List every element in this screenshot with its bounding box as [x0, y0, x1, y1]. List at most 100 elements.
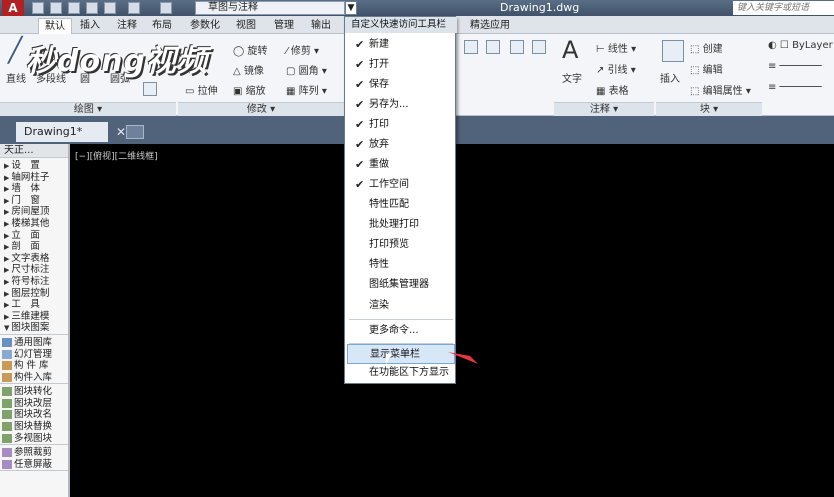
- menu-item-new[interactable]: ✔ 新建: [347, 35, 455, 55]
- workspace-dropdown[interactable]: 草图与注释: [195, 1, 345, 15]
- tab-view[interactable]: 视图: [236, 18, 256, 34]
- sidebar-item[interactable]: ▶ 工 具: [0, 299, 68, 311]
- menu-item-matchprop[interactable]: 特性匹配: [347, 195, 455, 215]
- menu-item-save[interactable]: ✔ 保存: [347, 75, 455, 95]
- qat-customize-dropdown[interactable]: ▼: [345, 1, 357, 15]
- redo-icon[interactable]: [160, 2, 172, 14]
- line-button[interactable]: 直线: [6, 70, 26, 85]
- table-button[interactable]: ▦ 表格: [596, 82, 629, 97]
- sidebar-item[interactable]: ▶ 图层控制: [0, 288, 68, 300]
- menu-item-open[interactable]: ✔ 打开: [347, 55, 455, 75]
- panel-modify[interactable]: 修改 ▾: [178, 102, 344, 116]
- panel-annotation[interactable]: 注释 ▾: [554, 102, 654, 116]
- saveas-icon[interactable]: [86, 2, 98, 14]
- undo-icon[interactable]: [128, 2, 140, 14]
- layer-match-icon[interactable]: [486, 40, 500, 54]
- sidebar-item[interactable]: 通用图库: [0, 337, 68, 349]
- leader-button[interactable]: ↗ 引线 ▾: [596, 61, 636, 76]
- menu-item-show-below-ribbon[interactable]: 在功能区下方显示: [347, 363, 455, 383]
- check-icon: ✔: [355, 58, 365, 71]
- line-icon[interactable]: ╱: [8, 36, 22, 64]
- viewport-controls[interactable]: [−][俯视][二维线框]: [75, 149, 158, 162]
- print-icon[interactable]: [104, 2, 116, 14]
- edit-attribute-button[interactable]: ⬚ 编辑属性 ▾: [690, 82, 751, 97]
- sidebar-item[interactable]: 参照裁剪: [0, 447, 68, 459]
- search-input[interactable]: 键入关键字或短语: [733, 1, 834, 15]
- sidebar-item[interactable]: 图块转化: [0, 386, 68, 398]
- menu-item-undo[interactable]: ✔ 放弃: [347, 135, 455, 155]
- save-icon[interactable]: [68, 2, 80, 14]
- mirror-button[interactable]: △ 镜像: [233, 62, 264, 77]
- menu-item-print[interactable]: ✔ 打印: [347, 115, 455, 135]
- sidebar-item[interactable]: 任意屏蔽: [0, 459, 68, 471]
- lineweight-dropdown[interactable]: ≡ ───────: [768, 82, 822, 93]
- stretch-button[interactable]: ▭ 拉伸: [185, 82, 218, 97]
- sidebar-item[interactable]: 多视图块: [0, 433, 68, 445]
- sidebar-item[interactable]: ▼ 图块图案: [0, 322, 68, 334]
- menu-item-more-commands[interactable]: 更多命令...: [347, 321, 455, 341]
- hatch-icon[interactable]: [143, 82, 157, 96]
- sidebar-item[interactable]: ▶ 轴网柱子: [0, 172, 68, 184]
- layer-off-icon[interactable]: [532, 40, 546, 54]
- menu-item-render[interactable]: 渲染: [347, 296, 455, 316]
- sidebar-item[interactable]: ▶ 房间屋顶: [0, 206, 68, 218]
- sidebar-item[interactable]: ▶ 设 置: [0, 160, 68, 172]
- tab-featured-apps[interactable]: 精选应用: [470, 18, 510, 34]
- menu-item-redo[interactable]: ✔ 重做: [347, 155, 455, 175]
- sidebar-item[interactable]: ▶ 三维建模: [0, 311, 68, 323]
- new-icon[interactable]: [32, 2, 44, 14]
- layer-iso-icon[interactable]: [510, 40, 524, 54]
- tab-manage[interactable]: 管理: [274, 18, 294, 34]
- panel-block[interactable]: 块 ▾: [656, 102, 762, 116]
- menu-item-show-menubar[interactable]: 显示菜单栏: [347, 344, 455, 364]
- drawing-tab[interactable]: Drawing1* ✕: [16, 122, 126, 142]
- text-icon[interactable]: A: [562, 36, 578, 64]
- rotate-button[interactable]: ◯ 旋转: [233, 42, 267, 57]
- scale-button[interactable]: ▣ 缩放: [233, 82, 266, 97]
- sidebar-item[interactable]: ▶ 符号标注: [0, 276, 68, 288]
- array-button[interactable]: ▦ 阵列 ▾: [286, 82, 327, 97]
- sidebar-item[interactable]: ▶ 剖 面: [0, 241, 68, 253]
- text-button[interactable]: 文字: [562, 70, 582, 85]
- tab-output[interactable]: 输出: [311, 18, 331, 34]
- create-block-button[interactable]: ⬚ 创建: [690, 40, 723, 55]
- sidebar-item[interactable]: 图块替换: [0, 421, 68, 433]
- tab-layout[interactable]: 布局: [152, 18, 172, 34]
- fillet-button[interactable]: ▢ 圆角 ▾: [286, 62, 327, 77]
- sidebar-item[interactable]: ▶ 墙 体: [0, 183, 68, 195]
- tab-insert[interactable]: 插入: [80, 18, 100, 34]
- color-dropdown[interactable]: ◐ ☐ ByLayer: [768, 40, 833, 51]
- insert-block-button[interactable]: 插入: [660, 70, 680, 85]
- sidebar-item[interactable]: ▶ 立 面: [0, 230, 68, 242]
- sidebar-item[interactable]: 构件入库: [0, 372, 68, 384]
- linear-dim-button[interactable]: ⊢ 线性 ▾: [596, 40, 636, 55]
- menu-item-preview[interactable]: 打印预览: [347, 235, 455, 255]
- sidebar-item[interactable]: ▶ 楼梯其他: [0, 218, 68, 230]
- close-icon[interactable]: ✕: [116, 122, 126, 142]
- layer-icon[interactable]: [464, 40, 478, 54]
- open-icon[interactable]: [50, 2, 62, 14]
- trim-button[interactable]: ⁄ 修剪 ▾: [286, 42, 319, 57]
- edit-block-button[interactable]: ⬚ 编辑: [690, 61, 723, 76]
- tab-parametric[interactable]: 参数化: [190, 18, 220, 34]
- menu-item-workspace[interactable]: ✔ 工作空间: [347, 175, 455, 195]
- autocad-logo[interactable]: A: [2, 0, 24, 16]
- menu-item-properties[interactable]: 特性: [347, 255, 455, 275]
- panel-draw[interactable]: 绘图 ▾: [0, 102, 176, 116]
- linetype-dropdown[interactable]: ≡ ───────: [768, 61, 822, 72]
- tab-annotate[interactable]: 注释: [117, 18, 137, 34]
- sidebar-item[interactable]: ▶ 文字表格: [0, 253, 68, 265]
- sidebar-item[interactable]: ▶ 门 窗: [0, 195, 68, 207]
- sidebar-item[interactable]: 构 件 库: [0, 360, 68, 372]
- sidebar-item[interactable]: 幻灯管理: [0, 349, 68, 361]
- tab-default[interactable]: 默认: [38, 18, 72, 34]
- menu-item-sheetset[interactable]: 图纸集管理器: [347, 275, 455, 295]
- menu-item-batchplot[interactable]: 批处理打印: [347, 215, 455, 235]
- sidebar-item[interactable]: 图块改层: [0, 398, 68, 410]
- sidebar-item[interactable]: 图块改名: [0, 409, 68, 421]
- sidebar-header[interactable]: 天正...: [0, 144, 68, 158]
- new-tab-button[interactable]: [126, 125, 144, 139]
- insert-block-icon[interactable]: [662, 40, 684, 62]
- sidebar-item[interactable]: ▶ 尺寸标注: [0, 264, 68, 276]
- menu-item-saveas[interactable]: ✔ 另存为...: [347, 95, 455, 115]
